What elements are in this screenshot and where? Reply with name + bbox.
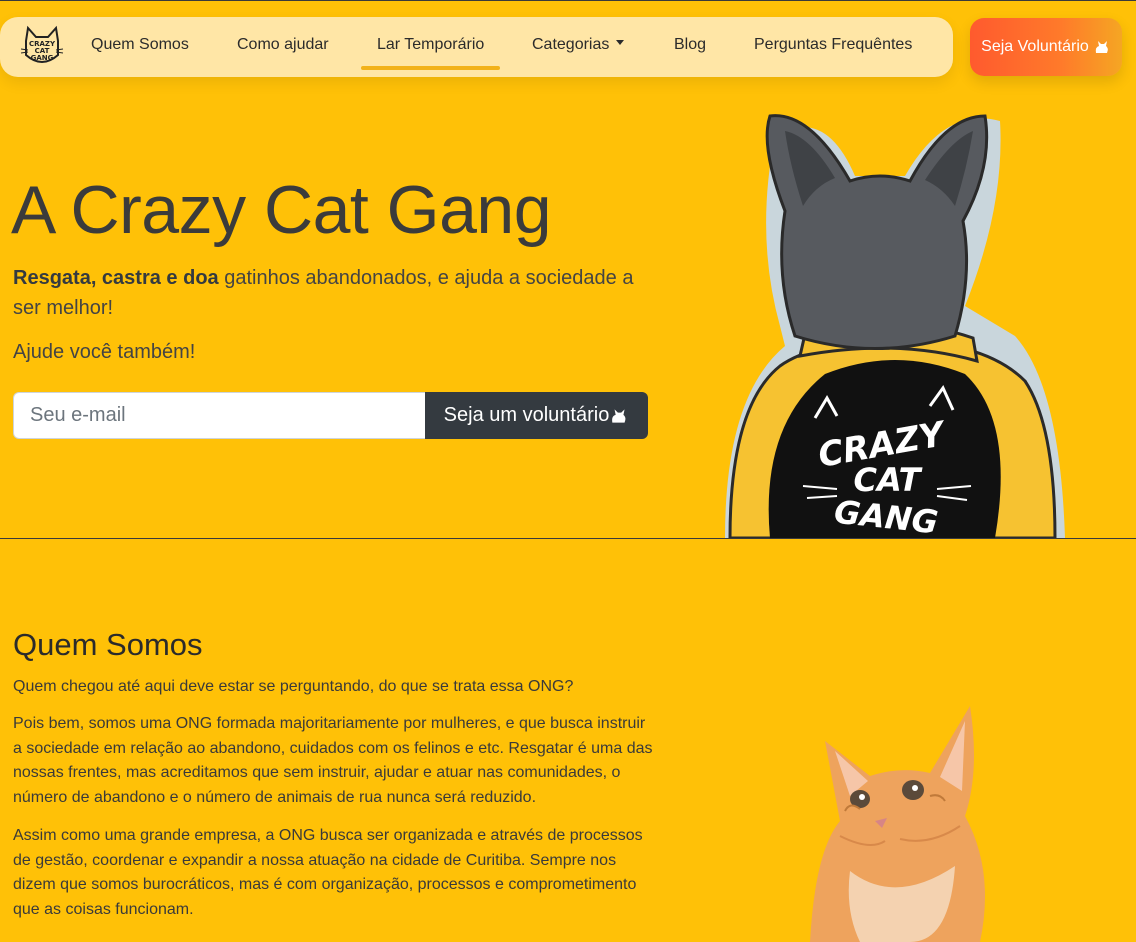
hero-help-text: Ajude você também! xyxy=(13,341,196,363)
nav-item-quem-somos[interactable]: Quem Somos xyxy=(91,36,189,54)
hero-title: A Crazy Cat Gang xyxy=(11,172,552,248)
about-paragraph-1: Quem chegou até aqui deve estar se pergu… xyxy=(13,678,574,695)
nav-item-perguntas-frequentes[interactable]: Perguntas Frequêntes xyxy=(754,36,912,54)
email-input[interactable] xyxy=(13,392,425,439)
seja-um-voluntario-label: Seja um voluntário xyxy=(443,404,610,426)
seja-um-voluntario-button[interactable]: Seja um voluntário xyxy=(425,392,648,439)
hero-subtitle: Resgata, castra e doa gatinhos abandonad… xyxy=(13,263,653,323)
nav-item-como-ajudar[interactable]: Como ajudar xyxy=(237,36,329,54)
jacket-text-2: CAT xyxy=(853,461,922,499)
section-divider xyxy=(0,538,1136,539)
seja-voluntario-button[interactable]: Seja Voluntário xyxy=(970,18,1122,76)
cat-icon xyxy=(612,408,626,423)
seja-voluntario-label: Seja Voluntário xyxy=(981,38,1089,55)
caret-down-icon xyxy=(616,40,625,46)
nav-active-indicator xyxy=(361,66,500,70)
cat-icon xyxy=(1095,41,1108,53)
crazy-cat-gang-logo[interactable]: CRAZY CAT GANG xyxy=(20,25,64,69)
cat-in-jacket-illustration: CRAZY CAT GANG xyxy=(725,114,1065,538)
nav-item-categorias-label: Categorias xyxy=(532,36,610,53)
nav-item-blog[interactable]: Blog xyxy=(674,36,706,54)
orange-kitten-photo xyxy=(810,706,985,942)
navbar: CRAZY CAT GANG Quem Somos Como ajudar La… xyxy=(0,17,953,77)
nav-item-lar-temporario[interactable]: Lar Temporário xyxy=(377,36,484,54)
hero-subtitle-bold: Resgata, castra e doa xyxy=(13,267,219,289)
nav-item-categorias[interactable]: Categorias xyxy=(532,36,625,54)
about-paragraph-2: Pois bem, somos uma ONG formada majorita… xyxy=(13,715,653,806)
about-paragraph-3: Assim como uma grande empresa, a ONG bus… xyxy=(13,827,643,918)
about-title: Quem Somos xyxy=(13,627,203,662)
logo-text-3: GANG xyxy=(31,54,54,62)
